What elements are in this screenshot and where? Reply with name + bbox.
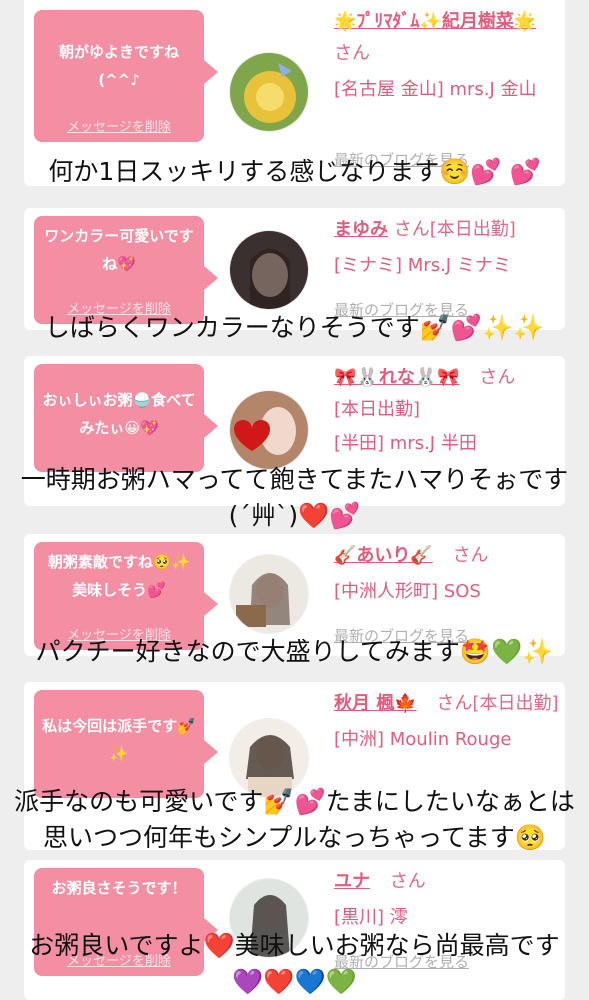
- store-location: [中洲人形町] SOS: [334, 581, 481, 602]
- overlay-comment: お粥良いですよ❤️美味しいお粥なら尚最高です💜❤️💙💚: [29, 931, 560, 996]
- profile-name-link[interactable]: 🎸あいり🎸: [334, 545, 433, 566]
- honorific: さん: [452, 545, 489, 566]
- message-bubble: 朝がゆよきですね(^^♪ メッセージを削除: [34, 10, 218, 142]
- profile-name-link[interactable]: ユナ: [334, 871, 370, 892]
- profile-name-link[interactable]: 🌟ﾌﾟﾘﾏﾀﾞﾑ✨紀月樹菜🌟: [334, 11, 536, 32]
- honorific: さん: [334, 43, 370, 64]
- work-status: [本日出勤]: [334, 399, 421, 420]
- profile-info: 秋月 楓🍁 さん[本日出勤] [中洲] Moulin Rouge: [334, 688, 559, 756]
- delete-message-link[interactable]: メッセージを削除: [34, 120, 204, 136]
- message-bubble: ワンカラー可愛いですね💖 メッセージを削除: [34, 216, 218, 324]
- avatar[interactable]: [229, 230, 309, 310]
- store-location: [ミナミ] Mrs.J ミナミ: [334, 255, 511, 276]
- honorific: さん[本日出勤]: [393, 219, 516, 240]
- message-text: 朝がゆよきですね(^^♪: [58, 43, 179, 89]
- overlay-comment: しばらくワンカラーなりそうです💅💕✨✨: [44, 313, 545, 342]
- profile-info: まゆみ さん[本日出勤] [ミナミ] Mrs.J ミナミ 最新のブログを見る: [334, 214, 559, 319]
- message-bubble: おぃしぃお粥🍚食べてみたぃ😀💖: [34, 364, 218, 472]
- overlay-comment: 派手なのも可愛いです💅💕たまにしたいなぁとは思いつつ何年もシンプルなっちゃってま…: [14, 787, 575, 852]
- honorific: さん: [389, 871, 426, 892]
- overlay-comment: 何か1日スッキリする感じなります☺️💕 💕: [48, 157, 541, 186]
- message-text: 私は今回は派手です💅✨: [42, 717, 196, 763]
- message-text: おぃしぃお粥🍚食べてみたぃ😀💖: [42, 391, 196, 437]
- message-text: ワンカラー可愛いですね💖: [44, 227, 194, 273]
- profile-name-link[interactable]: まゆみ: [334, 219, 388, 240]
- overlay-comment: パクチー好きなので大盛りしてみます🤩💚✨: [35, 637, 554, 666]
- honorific: さん[本日出勤]: [436, 693, 559, 714]
- avatar[interactable]: [229, 52, 309, 132]
- profile-name-link[interactable]: 🎀🐰れな🐰🎀: [334, 367, 460, 388]
- message-text: 朝粥素敵ですね🥺✨美味しそう💕: [47, 553, 191, 599]
- profile-name-link[interactable]: 秋月 楓🍁: [334, 693, 417, 714]
- store-location: [名古屋 金山] mrs.J 金山: [334, 79, 537, 100]
- store-location: [中洲] Moulin Rouge: [334, 729, 512, 750]
- profile-info: 🎀🐰れな🐰🎀 さん [本日出勤] [半田] mrs.J 半田: [334, 362, 559, 460]
- profile-info: 🌟ﾌﾟﾘﾏﾀﾞﾑ✨紀月樹菜🌟 さん [名古屋 金山] mrs.J 金山 最新のブ…: [334, 6, 559, 169]
- profile-info: ユナ さん [黒川] 澪 最新のブログを見る: [334, 866, 559, 971]
- message-bubble: 私は今回は派手です💅✨: [34, 690, 218, 798]
- profile-info: 🎸あいり🎸 さん [中洲人形町] SOS 最新のブログを見る: [334, 540, 559, 645]
- avatar[interactable]: [229, 390, 309, 470]
- store-location: [半田] mrs.J 半田: [334, 433, 477, 454]
- honorific: さん: [479, 367, 516, 388]
- message-text: お粥良さそうです！: [51, 879, 187, 897]
- avatar[interactable]: [229, 554, 309, 634]
- overlay-comment: 一時期お粥ハマってて飽きてまたハマりそぉです(´艸`)❤️💕: [20, 465, 569, 530]
